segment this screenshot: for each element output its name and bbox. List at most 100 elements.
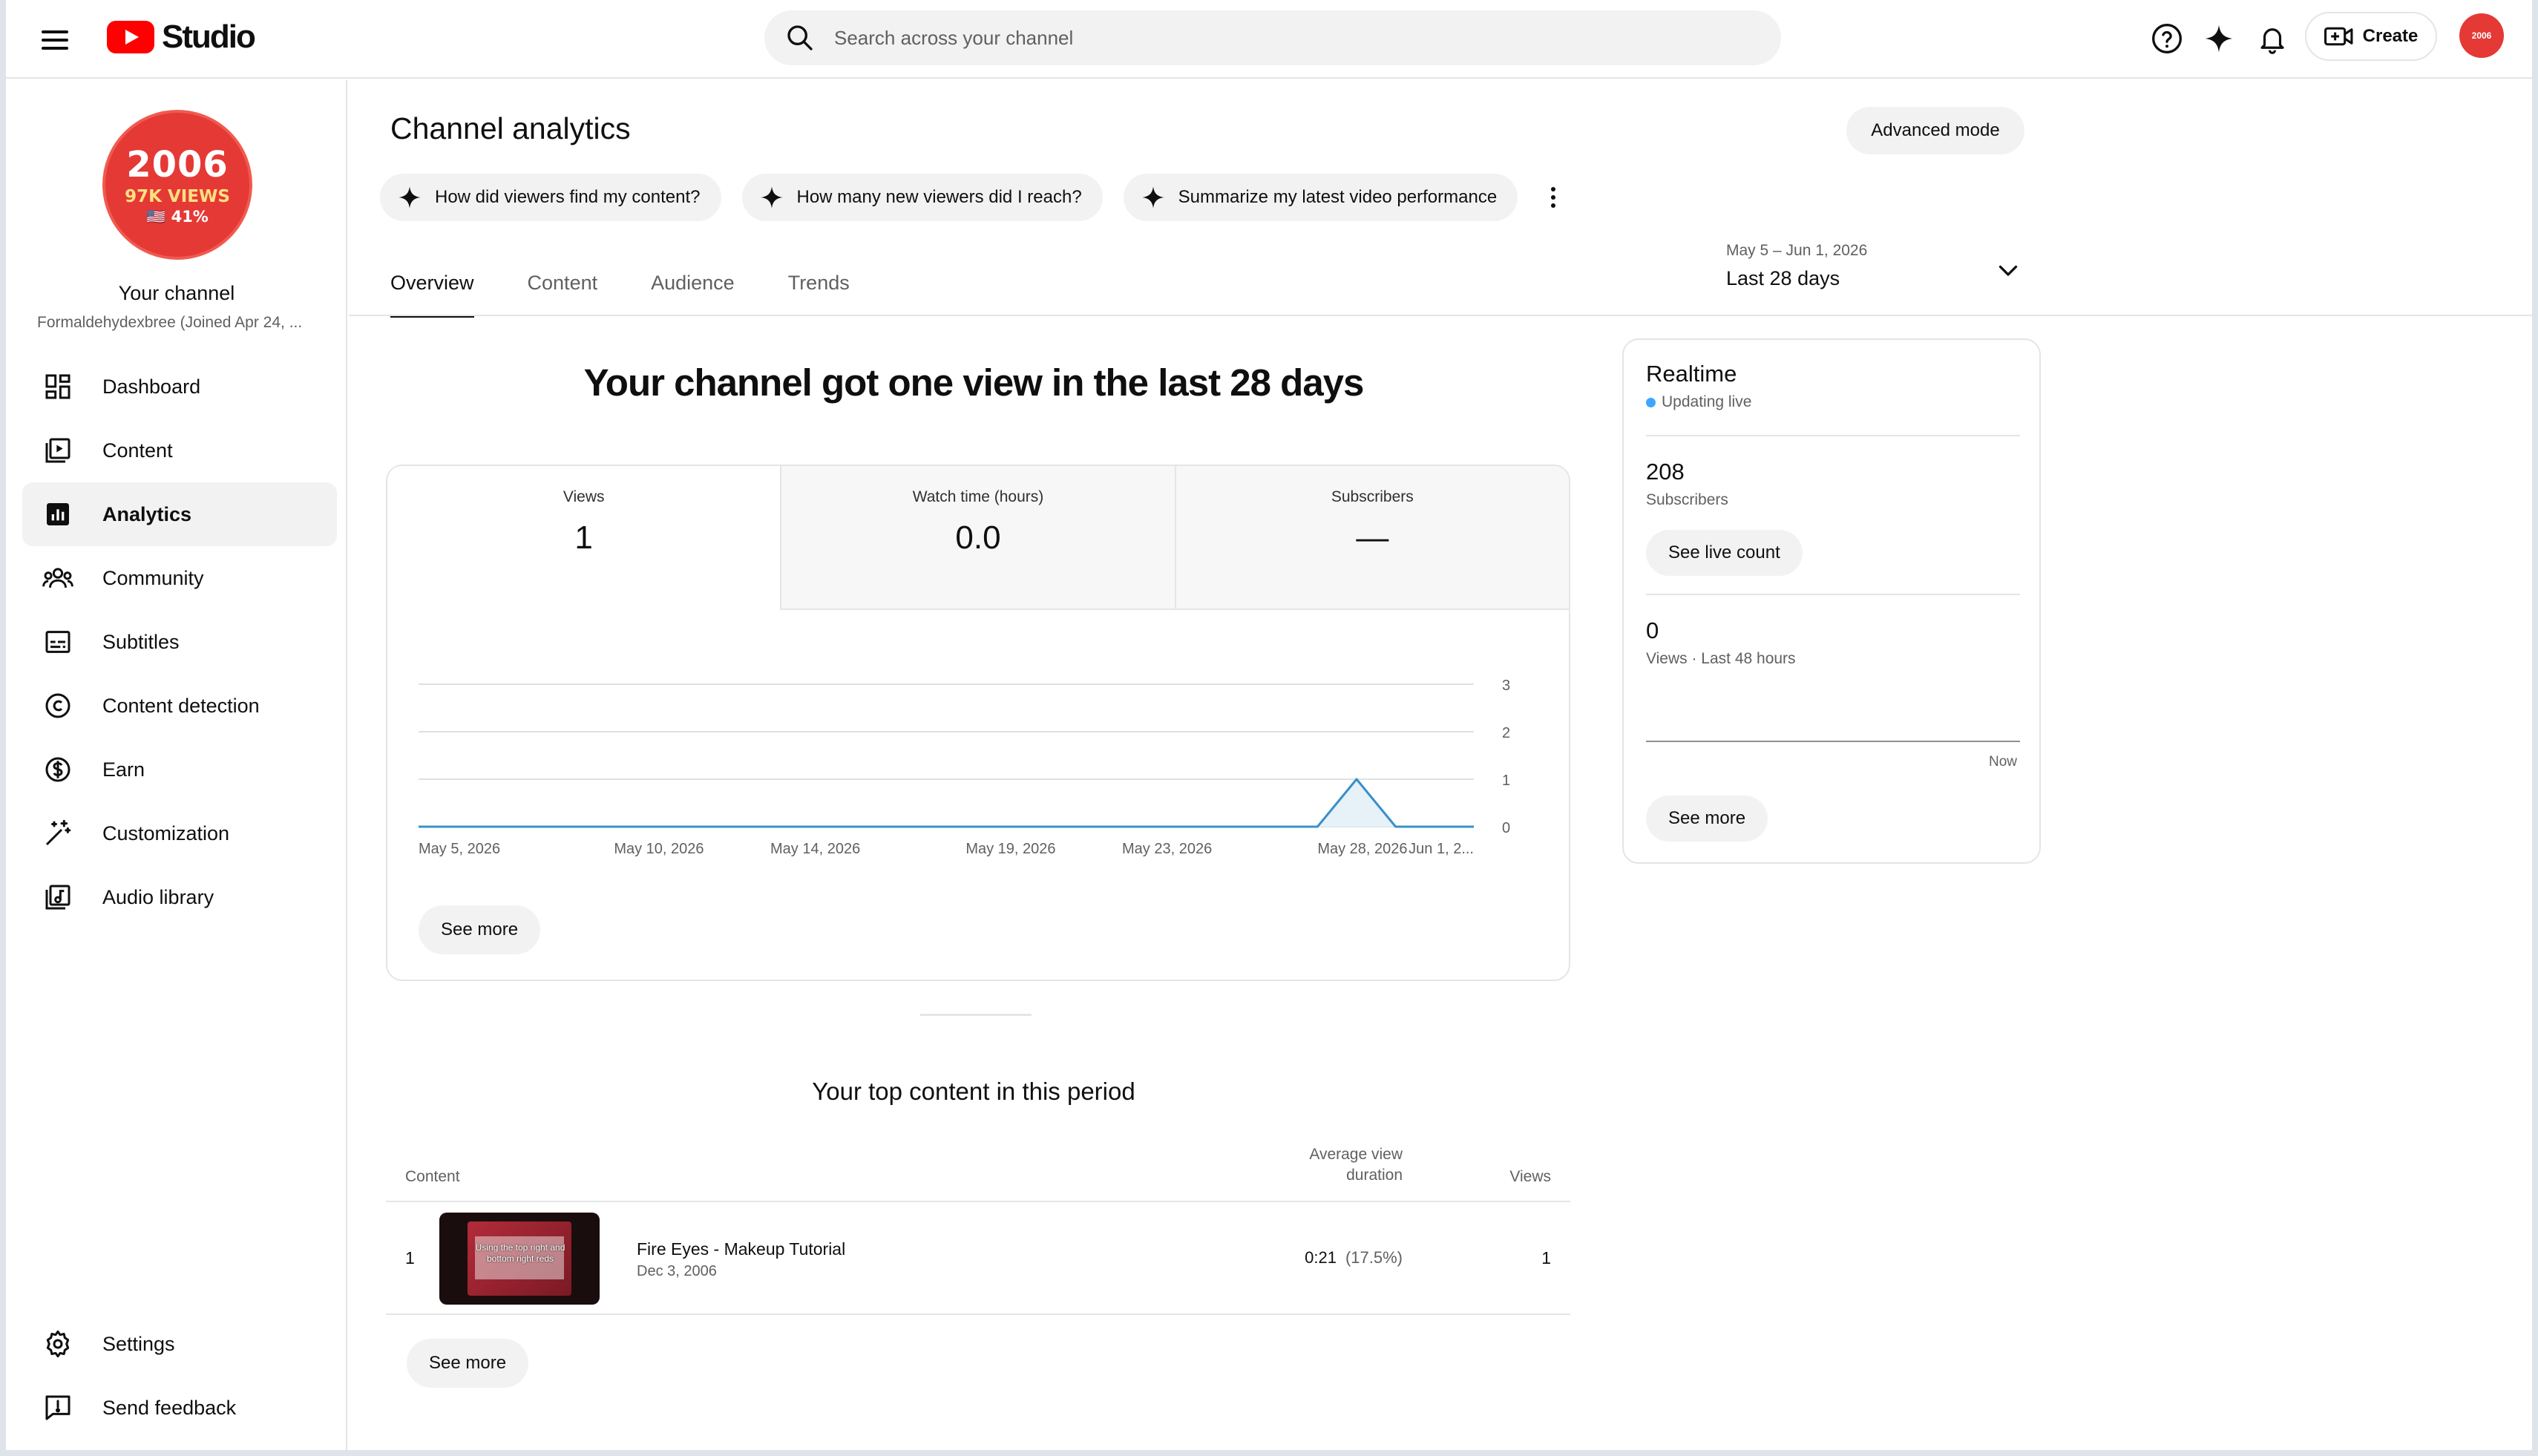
top-content-title: Your top content in this period [812,1078,1135,1105]
more-options-icon[interactable] [1538,174,1568,221]
tab-overview[interactable]: Overview [390,272,474,318]
metric-subscribers[interactable]: Subscribers — [1174,466,1569,610]
suggestion-chip[interactable]: Summarize my latest video performance [1123,174,1518,221]
metric-tabs: Views 1 Watch time (hours) 0.0 Subscribe… [387,466,1569,610]
column-average-view-duration[interactable]: Average view duration [1284,1144,1403,1186]
series-line [419,778,1474,828]
notifications-icon[interactable] [2253,19,2292,58]
sidebar-item-send-feedback[interactable]: Send feedback [22,1376,337,1440]
sidebar-item-analytics[interactable]: Analytics [22,482,337,546]
sparkle-icon [399,186,421,209]
metric-value: — [1356,519,1389,556]
date-range-picker[interactable]: May 5 – Jun 1, 2026 Last 28 days [1726,242,2038,301]
suggestion-chip[interactable]: How many new viewers did I reach? [741,174,1103,221]
tab-content[interactable]: Content [528,272,598,316]
views-line-chart[interactable]: 0 1 2 3 May 5, 2026 May 10, 2026 May 14, 2026 M… [387,610,1569,877]
sidebar-item-label: Audio library [102,885,214,908]
column-views[interactable]: Views [1509,1168,1551,1186]
sidebar-item-label: Content detection [102,694,260,717]
search-bar[interactable] [764,10,1781,65]
x-tick-label: May 23, 2026 [1122,841,1212,857]
sidebar-item-label: Community [102,566,204,589]
sidebar-item-dashboard[interactable]: Dashboard [22,355,337,419]
date-range-dates: May 5 – Jun 1, 2026 [1726,242,1868,259]
feedback-icon [40,1390,76,1426]
page-title: Channel analytics [390,111,631,145]
dashboard-icon [40,369,76,404]
suggestion-chips: How did viewers find my content? How man… [380,174,1568,221]
realtime-chart-axis [1646,741,2020,742]
sidebar-item-content[interactable]: Content [22,419,337,482]
help-icon[interactable] [2148,19,2186,58]
content-icon [40,433,76,468]
tabs-divider [349,315,2532,316]
avatar-line3: 🇺🇸 41% [146,207,209,226]
realtime-now-label: Now [1988,754,2017,770]
audio-library-icon [40,879,76,915]
sidebar-item-settings[interactable]: Settings [22,1312,337,1376]
chevron-down-icon [1998,265,2018,276]
menu-icon[interactable] [39,24,71,56]
realtime-divider [1646,435,2020,436]
x-tick-label: Jun 1, 2... [1409,841,1474,857]
sidebar-item-subtitles[interactable]: Subtitles [22,610,337,674]
realtime-views-value: 0 [1646,617,1659,643]
y-tick-label: 2 [1502,725,1510,741]
studio-logo[interactable]: Studio [107,16,256,58]
table-row[interactable]: 1 Using the top right and bottom right r… [386,1202,1570,1315]
average-view-duration: 0:21 (17.5%) [1305,1248,1403,1268]
tab-trends[interactable]: Trends [788,272,850,316]
realtime-see-more-button[interactable]: See more [1646,796,1768,842]
top-header: Studio Create 2006 [6,0,2532,79]
account-avatar[interactable]: 2006 [2459,13,2504,58]
sidebar-item-label: Customization [102,822,230,845]
metric-watch-time[interactable]: Watch time (hours) 0.0 [780,466,1175,610]
analytics-tabs: Overview Content Audience Trends [390,272,850,318]
sidebar-item-label: Earn [102,758,145,781]
realtime-subscribers-label: Subscribers [1646,491,1728,508]
series-area [419,779,1474,827]
logo-text: Studio [162,19,256,55]
tab-audience[interactable]: Audience [651,272,735,316]
column-avd-line1: Average view [1309,1146,1403,1163]
sidebar-item-audio-library[interactable]: Audio library [22,865,337,929]
create-button[interactable]: Create [2305,12,2437,61]
video-thumbnail[interactable]: Using the top right and bottom right red… [439,1213,600,1305]
channel-title: Your channel [118,282,235,304]
top-content-table: Content Average view duration Views 1 Usi… [386,1146,1570,1388]
sparkle-icon[interactable] [2200,19,2238,58]
realtime-subscribers-value: 208 [1646,459,1685,485]
sidebar-item-earn[interactable]: Earn [22,738,337,801]
avatar-line2: 97K VIEWS [125,186,230,206]
metric-value: 1 [574,519,593,556]
search-input[interactable] [834,26,1725,50]
sparkle-icon [1142,186,1164,209]
overview-stats-card: Views 1 Watch time (hours) 0.0 Subscribe… [386,465,1570,981]
video-title[interactable]: Fire Eyes - Makeup Tutorial [637,1239,845,1259]
suggestion-label: How many new viewers did I reach? [796,187,1082,207]
top-content-see-more-button[interactable]: See more [407,1339,529,1388]
channel-avatar[interactable]: 2006 97K VIEWS 🇺🇸 41% [102,110,252,260]
sidebar-item-customization[interactable]: Customization [22,801,337,865]
realtime-divider [1646,594,2020,595]
y-tick-label: 3 [1502,678,1510,694]
metric-views[interactable]: Views 1 [387,466,781,610]
see-more-button[interactable]: See more [419,905,541,954]
advanced-mode-button[interactable]: Advanced mode [1846,107,2024,154]
metric-label: Watch time (hours) [912,488,1044,505]
sidebar-nav: Dashboard Content Analytics Community Su… [22,355,337,929]
see-live-count-button[interactable]: See live count [1646,530,1803,576]
row-rank: 1 [405,1248,415,1268]
x-tick-label: May 19, 2026 [965,841,1055,857]
sidebar-item-label: Dashboard [102,375,201,398]
sidebar-item-content-detection[interactable]: Content detection [22,674,337,738]
realtime-status: Updating live [1646,393,1751,411]
metric-value: 0.0 [955,519,1001,556]
create-label: Create [2362,26,2419,46]
suggestion-chip[interactable]: How did viewers find my content? [380,174,721,221]
avd-value: 0:21 [1305,1248,1337,1267]
copyright-icon [40,688,76,724]
row-views: 1 [1541,1248,1551,1268]
video-date: Dec 3, 2006 [637,1263,717,1279]
sidebar-item-community[interactable]: Community [22,546,337,610]
